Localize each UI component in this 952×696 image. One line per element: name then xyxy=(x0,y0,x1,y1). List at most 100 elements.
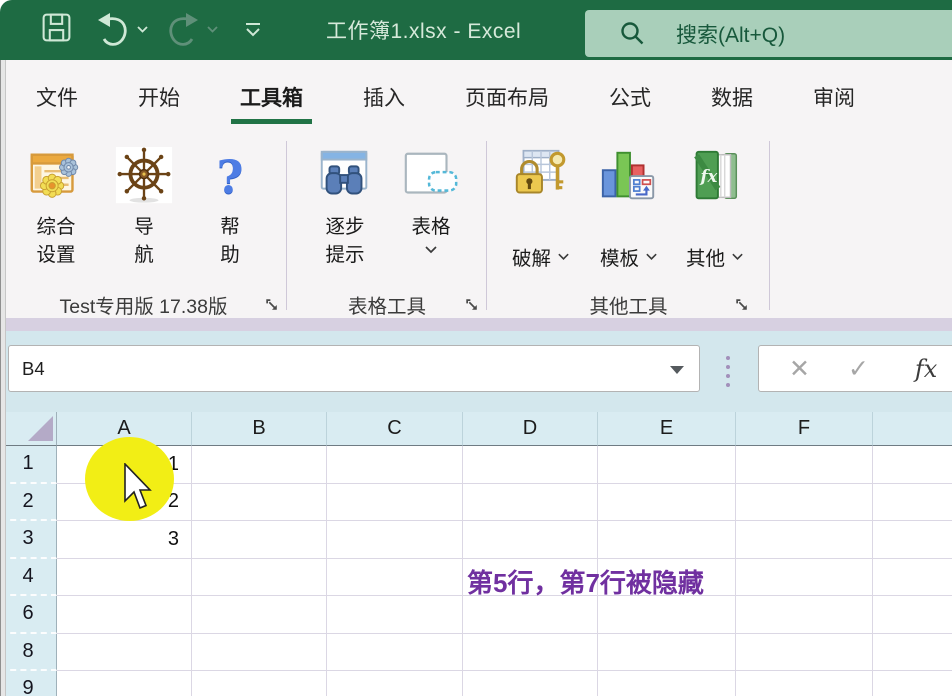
cell-F6[interactable] xyxy=(736,596,873,634)
cell-A4[interactable] xyxy=(57,559,192,597)
cell-G2[interactable] xyxy=(873,484,952,522)
cell-E2[interactable] xyxy=(598,484,736,522)
cell-B9[interactable] xyxy=(192,671,327,696)
search-placeholder: 搜索(Alt+Q) xyxy=(676,19,785,49)
cell-G4[interactable] xyxy=(873,559,952,597)
template-button[interactable]: 模板 xyxy=(585,145,673,271)
cell-A8[interactable] xyxy=(57,634,192,672)
enter-icon[interactable]: ✓ xyxy=(848,354,869,384)
crack-button[interactable]: 破解 xyxy=(497,145,585,271)
window-left-border xyxy=(0,60,6,696)
cell-F8[interactable] xyxy=(736,634,873,672)
cell-F4[interactable] xyxy=(736,559,873,597)
row-header-9[interactable]: 9 xyxy=(0,671,57,696)
name-box[interactable]: B4 xyxy=(8,345,700,392)
cell-A9[interactable] xyxy=(57,671,192,696)
name-box-dropdown-icon[interactable] xyxy=(670,366,684,374)
redo-dropdown-icon[interactable] xyxy=(206,21,219,39)
cell-F9[interactable] xyxy=(736,671,873,696)
cell-C8[interactable] xyxy=(327,634,463,672)
dialog-launcher-icon[interactable] xyxy=(265,298,280,313)
cell-F3[interactable] xyxy=(736,521,873,559)
cell-G1[interactable] xyxy=(873,446,952,484)
cell-C1[interactable] xyxy=(327,446,463,484)
cell-D9[interactable] xyxy=(463,671,598,696)
step-tips-button[interactable]: 逐步 提示 xyxy=(301,145,389,269)
cell-C9[interactable] xyxy=(327,671,463,696)
tab-页面布局[interactable]: 页面布局 xyxy=(465,60,549,133)
tab-审阅[interactable]: 审阅 xyxy=(813,60,855,133)
tab-开始[interactable]: 开始 xyxy=(138,60,180,133)
cell-D1[interactable] xyxy=(463,446,598,484)
column-header-G[interactable]: G xyxy=(873,412,952,446)
undo-icon[interactable] xyxy=(95,10,131,51)
cell-E3[interactable] xyxy=(598,521,736,559)
cell-C2[interactable] xyxy=(327,484,463,522)
cell-B1[interactable] xyxy=(192,446,327,484)
cell-G6[interactable] xyxy=(873,596,952,634)
cell-D6[interactable] xyxy=(463,596,598,634)
tab-文件[interactable]: 文件 xyxy=(36,60,78,133)
cell-B2[interactable] xyxy=(192,484,327,522)
column-header-C[interactable]: C xyxy=(327,412,463,446)
button-label: 综合 xyxy=(36,214,75,242)
formula-bar-divider-dots[interactable] xyxy=(726,356,730,387)
column-header-B[interactable]: B xyxy=(192,412,327,446)
cell-B4[interactable] xyxy=(192,559,327,597)
search-box[interactable]: 搜索(Alt+Q) xyxy=(585,10,952,57)
tab-公式[interactable]: 公式 xyxy=(609,60,651,133)
tab-数据[interactable]: 数据 xyxy=(711,60,753,133)
cell-F2[interactable] xyxy=(736,484,873,522)
row-header-2[interactable]: 2 xyxy=(0,484,57,522)
help-button[interactable]: ? 帮 助 xyxy=(188,145,272,269)
column-header-D[interactable]: D xyxy=(463,412,598,446)
cell-E6[interactable] xyxy=(598,596,736,634)
cell-C4[interactable] xyxy=(327,559,463,597)
cell-D3[interactable] xyxy=(463,521,598,559)
cell-D8[interactable] xyxy=(463,634,598,672)
cell-D2[interactable] xyxy=(463,484,598,522)
dialog-launcher-icon[interactable] xyxy=(465,298,480,313)
column-header-E[interactable]: E xyxy=(598,412,736,446)
cancel-icon[interactable]: ✕ xyxy=(789,354,810,384)
cell-B8[interactable] xyxy=(192,634,327,672)
hidden-rows-annotation: 第5行，第7行被隐藏 xyxy=(467,563,704,600)
save-icon[interactable] xyxy=(40,11,73,49)
row-header-3[interactable]: 3 xyxy=(0,521,57,559)
cell-F1[interactable] xyxy=(736,446,873,484)
column-header-F[interactable]: F xyxy=(736,412,873,446)
row-header-1[interactable]: 1 xyxy=(0,446,57,484)
cell-B3[interactable] xyxy=(192,521,327,559)
tab-插入[interactable]: 插入 xyxy=(363,60,405,133)
row-header-6[interactable]: 6 xyxy=(0,596,57,634)
cell-E8[interactable] xyxy=(598,634,736,672)
cell-A3[interactable]: 3 xyxy=(57,521,192,559)
cell-E9[interactable] xyxy=(598,671,736,696)
insert-function-icon[interactable]: fx xyxy=(915,355,937,383)
ship-wheel-icon xyxy=(113,145,175,209)
select-all-corner[interactable] xyxy=(0,412,57,446)
formula-input[interactable]: ✕ ✓ fx xyxy=(758,345,952,392)
cell-C3[interactable] xyxy=(327,521,463,559)
comprehensive-settings-button[interactable]: 综合 设置 xyxy=(12,145,100,269)
chevron-down-icon xyxy=(557,252,570,261)
undo-dropdown-icon[interactable] xyxy=(136,21,149,39)
tab-工具箱[interactable]: 工具箱 xyxy=(240,60,303,133)
cell-C6[interactable] xyxy=(327,596,463,634)
table-button[interactable]: 表格 xyxy=(389,145,473,269)
cell-G8[interactable] xyxy=(873,634,952,672)
cell-A6[interactable] xyxy=(57,596,192,634)
redo-icon[interactable] xyxy=(165,10,201,51)
row-header-8[interactable]: 8 xyxy=(0,634,57,672)
cell-G9[interactable] xyxy=(873,671,952,696)
cell-E1[interactable] xyxy=(598,446,736,484)
row-header-4[interactable]: 4 xyxy=(0,559,57,597)
cell-B6[interactable] xyxy=(192,596,327,634)
qat-customize-icon[interactable] xyxy=(241,16,265,45)
group-label-test: Test专用版 17.38版 xyxy=(0,290,287,318)
navigation-button[interactable]: 导 航 xyxy=(100,145,188,269)
dialog-launcher-icon[interactable] xyxy=(735,298,750,313)
other-button[interactable]: fx 其他 xyxy=(673,145,757,271)
cell-G3[interactable] xyxy=(873,521,952,559)
ribbon-bottom-strip xyxy=(0,318,952,331)
